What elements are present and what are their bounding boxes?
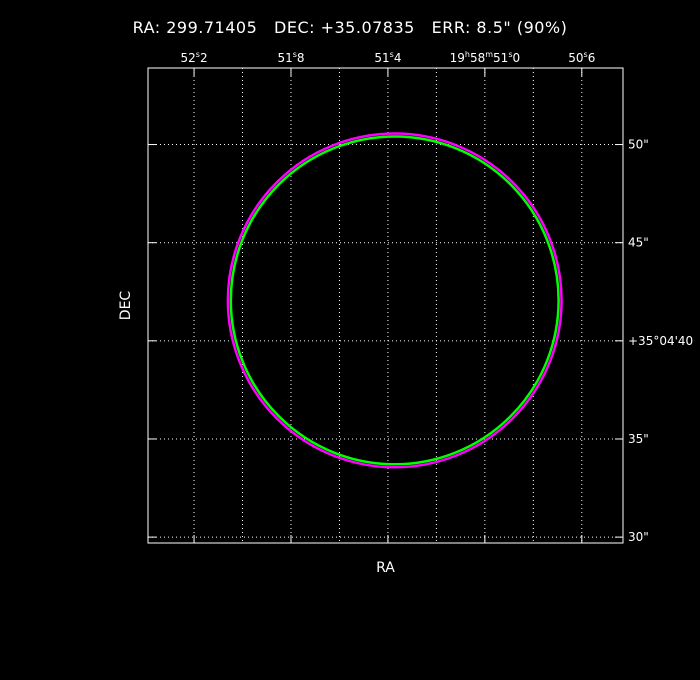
x-tick-label: 19h58m51s0 xyxy=(450,50,521,65)
x-tick-label: 52s2 xyxy=(180,50,207,65)
plot-frame xyxy=(147,67,624,544)
y-axis-label: DEC xyxy=(118,291,134,321)
error-circles xyxy=(226,132,563,469)
y-tick-label: 45" xyxy=(628,236,649,250)
error-circle-0 xyxy=(226,132,563,469)
grid-lines xyxy=(148,68,623,543)
y-tick-label: +35°04'40 xyxy=(628,334,693,348)
tick-marks xyxy=(148,68,623,543)
x-axis-label: RA xyxy=(376,560,395,576)
x-tick-label: 50s6 xyxy=(568,50,595,65)
plot-svg: 50" 45" +35°04'40 35" 30" 52s2 51s8 51s4 19h58m5… xyxy=(118,50,693,576)
y-tick-label: 50" xyxy=(628,138,649,152)
y-tick-label: 35" xyxy=(628,432,649,446)
y-tick-label: 30" xyxy=(628,530,649,544)
x-tick-label: 51s4 xyxy=(374,50,401,65)
x-tick-label: 51s8 xyxy=(277,50,304,65)
error-circle-1 xyxy=(229,135,560,466)
